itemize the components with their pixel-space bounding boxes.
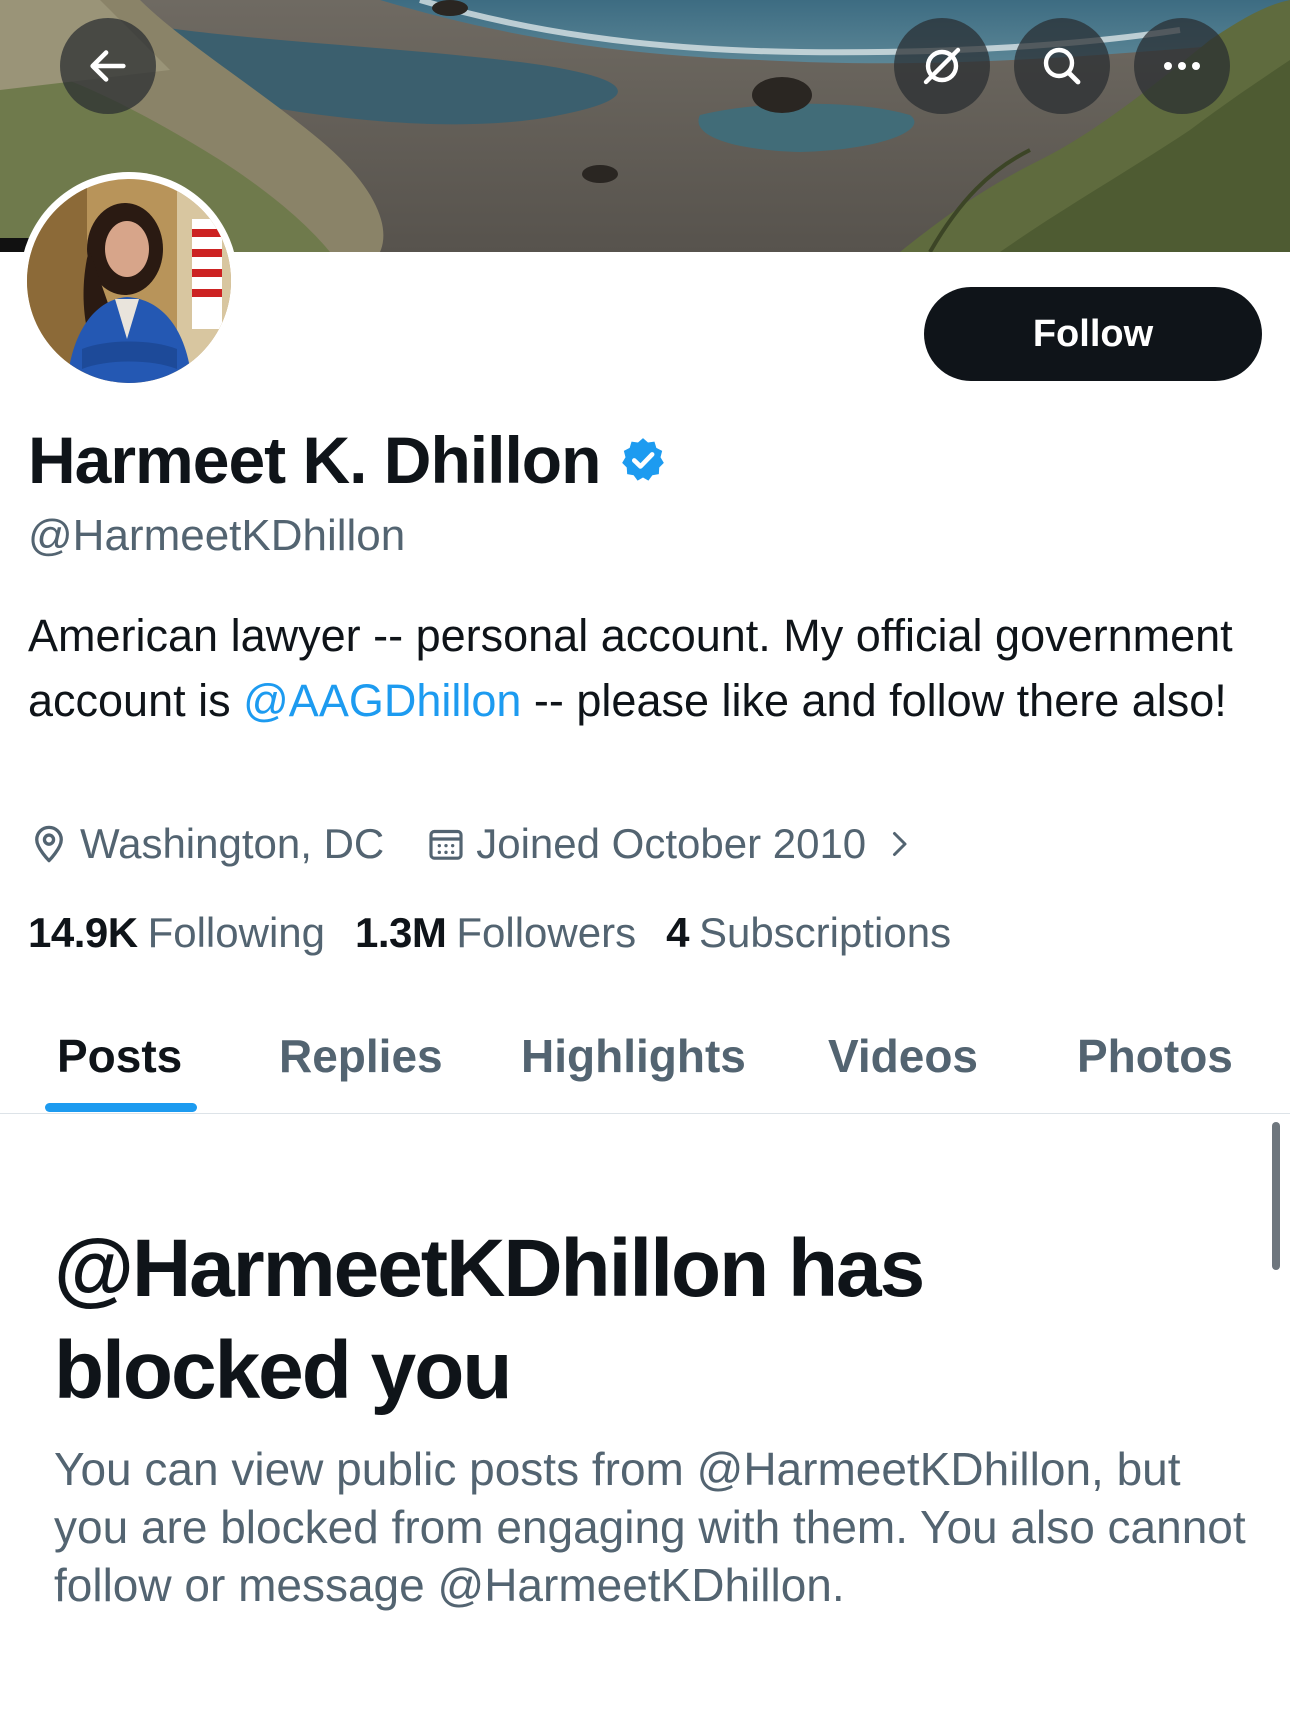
bio-mention-link[interactable]: @AAGDhillon	[243, 675, 521, 726]
verified-badge-icon[interactable]	[618, 435, 668, 485]
search-button[interactable]	[1014, 18, 1110, 114]
slashed-circle-icon	[923, 47, 961, 85]
profile-meta: Washington, DC Joined October 2010	[28, 816, 914, 872]
location-pin-icon	[35, 825, 63, 863]
subscriptions-count: 4	[666, 909, 689, 956]
tab-highlights[interactable]: Highlights	[521, 1018, 746, 1094]
chevron-right-icon[interactable]	[884, 826, 914, 862]
bio-text-end: -- please like and follow there also!	[521, 675, 1227, 726]
blocked-message: You can view public posts from @HarmeetK…	[54, 1443, 1246, 1611]
display-name: Harmeet K. Dhillon	[28, 423, 601, 497]
blocked-title: @HarmeetKDhillon has blocked you	[54, 1223, 925, 1416]
search-icon	[1043, 47, 1081, 85]
follow-button[interactable]: Follow	[924, 287, 1262, 381]
tab-photos[interactable]: Photos	[1077, 1018, 1233, 1094]
more-horizontal-icon	[1164, 62, 1200, 70]
tab-replies[interactable]: Replies	[279, 1018, 443, 1094]
joined-date[interactable]: Joined October 2010	[476, 816, 866, 872]
name-row: Harmeet K. Dhillon	[28, 420, 668, 500]
profile-handle: @HarmeetKDhillon	[28, 511, 406, 560]
following-stat[interactable]: 14.9K Following	[28, 905, 325, 961]
tab-posts[interactable]: Posts	[57, 1018, 182, 1094]
profile-tabs: Posts Replies Highlights Videos Photos	[0, 1010, 1290, 1114]
followers-stat[interactable]: 1.3M Followers	[355, 905, 636, 961]
grok-button[interactable]	[894, 18, 990, 114]
scrollbar[interactable]	[1272, 1122, 1280, 1270]
profile-avatar[interactable]	[20, 172, 238, 390]
following-label: Following	[147, 909, 325, 956]
followers-count: 1.3M	[355, 909, 447, 956]
active-tab-indicator	[45, 1103, 197, 1112]
location-text: Washington, DC	[80, 820, 385, 867]
arrow-left-icon	[90, 50, 126, 82]
profile-stats: 14.9K Following 1.3M Followers 4 Subscri…	[28, 905, 981, 961]
profile-bio: American lawyer -- personal account. My …	[28, 603, 1248, 733]
followers-label: Followers	[456, 909, 637, 956]
subscriptions-stat[interactable]: 4 Subscriptions	[666, 905, 951, 961]
following-count: 14.9K	[28, 909, 138, 956]
tab-videos[interactable]: Videos	[828, 1018, 978, 1094]
calendar-icon	[429, 829, 463, 860]
avatar-image	[27, 179, 231, 383]
back-button[interactable]	[60, 18, 156, 114]
more-button[interactable]	[1134, 18, 1230, 114]
subscriptions-label: Subscriptions	[698, 909, 952, 956]
